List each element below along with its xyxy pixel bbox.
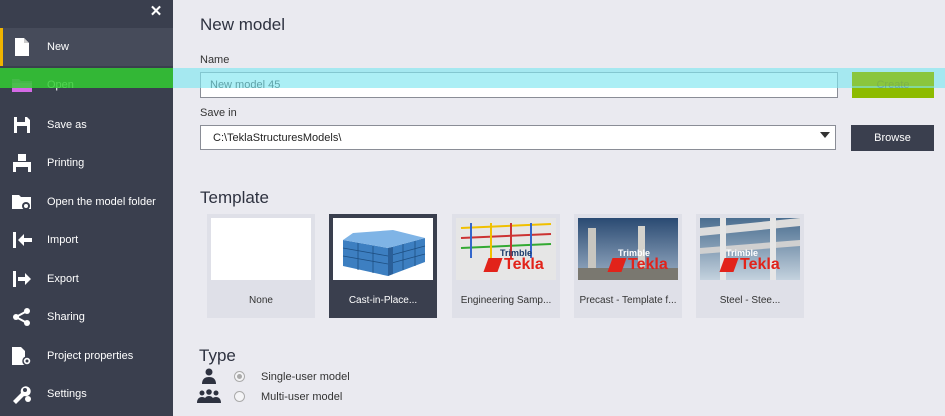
sidebar-item-label: Export: [47, 273, 79, 285]
chevron-down-icon[interactable]: [820, 132, 830, 138]
template-tile-none[interactable]: None: [207, 214, 315, 318]
single-user-label: Single-user model: [261, 371, 350, 383]
sidebar-item-import[interactable]: Import: [0, 221, 173, 259]
type-title: Type: [199, 346, 236, 365]
sidebar-item-label: Settings: [47, 388, 87, 400]
sidebar: ✕ New Open Save as Printing Open the mod…: [0, 0, 173, 416]
page-title: New model: [200, 15, 286, 34]
close-icon[interactable]: ✕: [148, 4, 164, 20]
main-panel: New model Name New model 45 Create Save …: [173, 0, 945, 416]
folder-icon: [10, 74, 34, 96]
template-label: Steel - Stee...: [719, 295, 781, 306]
save-icon: [10, 114, 34, 136]
save-in-value: C:\TeklaStructuresModels\: [213, 131, 342, 144]
wrench-icon: [10, 383, 34, 405]
sidebar-item-save-as[interactable]: Save as: [0, 106, 173, 144]
template-title: Template: [200, 188, 269, 207]
multi-user-radio[interactable]: [234, 391, 245, 402]
template-tile-steel[interactable]: Trimble Tekla Steel - Stee...: [696, 214, 804, 318]
save-in-label: Save in: [200, 107, 237, 119]
multi-user-label: Multi-user model: [261, 391, 343, 403]
template-label: None: [249, 295, 273, 306]
sidebar-item-label: Save as: [47, 119, 87, 131]
template-tile-cast-in-place[interactable]: Cast-in-Place...: [329, 214, 437, 318]
single-user-icon: [200, 368, 218, 389]
sidebar-item-label: Project properties: [47, 350, 134, 362]
sidebar-item-project-properties[interactable]: Project properties: [0, 337, 173, 375]
sidebar-item-settings[interactable]: Settings: [0, 375, 173, 413]
project-properties-icon: [10, 345, 34, 367]
template-thumbnail-engineering: Trimble Tekla: [456, 218, 556, 280]
name-input-value: New model 45: [210, 79, 281, 91]
sidebar-item-printing[interactable]: Printing: [0, 144, 173, 182]
template-tile-engineering-sample[interactable]: Trimble Tekla Engineering Samp...: [452, 214, 560, 318]
sidebar-item-new[interactable]: New: [0, 28, 173, 66]
sidebar-item-label: Sharing: [47, 311, 85, 323]
template-label: Precast - Template f...: [579, 295, 677, 306]
printer-icon: [10, 152, 34, 174]
browse-button[interactable]: Browse: [851, 125, 934, 151]
save-in-select[interactable]: C:\TeklaStructuresModels\: [200, 125, 836, 150]
sidebar-item-open[interactable]: Open: [0, 66, 173, 104]
template-thumbnail-building: [333, 218, 433, 280]
create-button-label: Create: [876, 79, 910, 91]
tekla-logo: Tekla: [628, 256, 668, 273]
template-thumbnail-blank: [211, 218, 311, 280]
sidebar-item-label: Printing: [47, 157, 85, 169]
sidebar-item-export[interactable]: Export: [0, 260, 173, 298]
sidebar-item-label: Open: [47, 79, 74, 91]
tekla-logo: Tekla: [504, 256, 544, 273]
template-thumbnail-precast: Trimble Tekla: [578, 218, 678, 280]
name-label: Name: [200, 54, 230, 66]
create-button[interactable]: Create: [852, 72, 934, 98]
export-icon: [10, 268, 34, 290]
tekla-logo: Tekla: [740, 256, 780, 273]
multi-user-icon: [197, 389, 221, 408]
template-label: Cast-in-Place...: [348, 295, 418, 306]
template-thumbnail-steel: Trimble Tekla: [700, 218, 800, 280]
sidebar-item-open-model-folder[interactable]: Open the model folder: [0, 183, 173, 221]
name-input[interactable]: New model 45: [200, 72, 838, 98]
sidebar-item-label: Open the model folder: [47, 196, 156, 208]
browse-button-label: Browse: [874, 132, 911, 144]
import-icon: [10, 229, 34, 251]
share-icon: [10, 306, 34, 328]
model-folder-icon: [10, 191, 34, 213]
template-label: Engineering Samp...: [460, 295, 552, 306]
new-file-icon: [10, 36, 34, 58]
sidebar-item-sharing[interactable]: Sharing: [0, 298, 173, 336]
sidebar-item-label: New: [47, 41, 70, 53]
template-tile-precast[interactable]: Trimble Tekla Precast - Template f...: [574, 214, 682, 318]
single-user-radio[interactable]: [234, 371, 245, 382]
sidebar-item-label: Import: [47, 234, 79, 246]
